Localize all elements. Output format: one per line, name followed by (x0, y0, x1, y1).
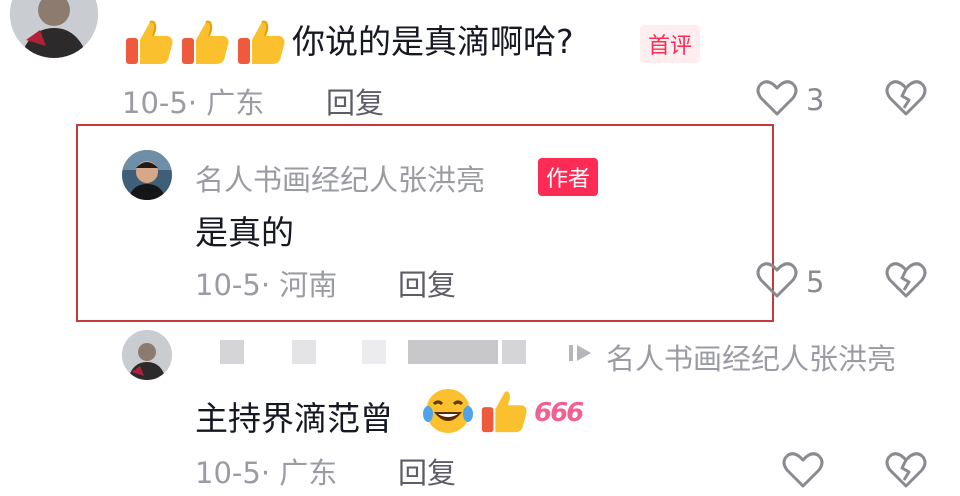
comment-date-location: 10-5· 广东 (122, 86, 265, 120)
author-username[interactable]: 名人书画经纪人张洪亮 (195, 157, 485, 199)
reply-button[interactable]: 回复 (326, 80, 384, 122)
author-avatar[interactable] (122, 150, 172, 200)
heart-icon (782, 452, 824, 494)
heart-icon (756, 260, 798, 304)
author-badge: 作者 (538, 158, 599, 196)
first-comment-badge: 首评 (640, 25, 701, 63)
broken-heart-icon (884, 262, 928, 304)
reply-button[interactable]: 回复 (398, 262, 456, 304)
reply-emoji-row: 666 (422, 386, 584, 440)
emoji-666-icon: 666 (534, 398, 584, 428)
dislike-button[interactable] (884, 450, 928, 496)
reply-date-location: 10-5· 广东 (195, 456, 338, 490)
commenter-avatar[interactable] (10, 0, 98, 58)
like-button[interactable]: 3 (756, 78, 824, 122)
heart-icon (756, 78, 798, 122)
comment-emoji-row (122, 18, 288, 66)
thumbs-up-icon (122, 18, 176, 66)
broken-heart-icon (884, 452, 928, 494)
broken-heart-icon (884, 80, 928, 122)
dislike-button[interactable] (884, 260, 928, 304)
dislike-button[interactable] (884, 78, 928, 122)
comment-text: 你说的是真滴啊哈? (292, 22, 574, 61)
redacted-username (220, 340, 560, 364)
laughing-emoji-icon (422, 386, 474, 440)
reply-to-username[interactable]: 名人书画经纪人张洪亮 (606, 336, 896, 378)
like-count: 3 (806, 83, 825, 117)
like-button[interactable]: 5 (756, 260, 824, 304)
replier-avatar[interactable] (122, 330, 172, 380)
like-button[interactable] (782, 450, 826, 496)
reply-text: 是真的 (195, 213, 294, 252)
reply-arrow-icon (568, 342, 594, 368)
reply-text: 主持界滴范曾 (195, 399, 393, 438)
reply-button[interactable]: 回复 (398, 450, 456, 492)
thumbs-up-icon (178, 18, 232, 66)
thumbs-up-icon (478, 387, 530, 439)
like-count: 5 (806, 265, 825, 299)
thumbs-up-icon (234, 18, 288, 66)
reply-date-location: 10-5· 河南 (195, 268, 338, 302)
